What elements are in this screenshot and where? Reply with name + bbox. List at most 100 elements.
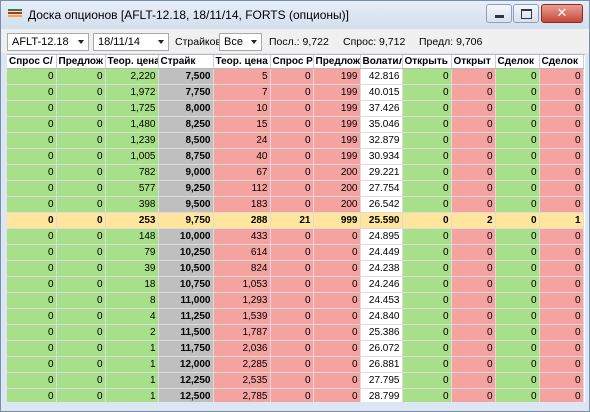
table-cell: 0: [495, 164, 540, 181]
chevron-down-icon[interactable]: [154, 34, 168, 50]
title-bar[interactable]: Доска опционов [AFLT-12.18, 18/11/14, FO…: [1, 1, 589, 29]
table-cell: 0: [451, 340, 496, 357]
table-cell: 0: [7, 276, 57, 293]
table-cell: 7: [213, 84, 271, 101]
table-cell: 0: [402, 68, 452, 85]
table-cell: 79: [105, 244, 159, 261]
table-cell: 0: [539, 276, 584, 293]
table-cell: 1,480: [105, 116, 159, 133]
date-select[interactable]: 18/11/14: [93, 33, 169, 51]
table-row[interactable]: 0 0 1,005 8,750 40 0 199 30.934 0 0 0 0: [7, 148, 584, 165]
table-cell: 112: [213, 180, 271, 197]
table-cell: 199: [313, 148, 361, 165]
table-cell: 0: [495, 228, 540, 245]
table-cell: 10,500: [158, 260, 214, 277]
table-cell: 26.542: [360, 196, 403, 213]
table-row[interactable]: 0 0 148 10,000 433 0 0 24.895 0 0 0 0: [7, 228, 584, 245]
table-cell: 824: [213, 260, 271, 277]
table-row[interactable]: 0 0 2 11,500 1,787 0 0 25.386 0 0 0 0: [7, 324, 584, 341]
table-row[interactable]: 0 0 8 11,000 1,293 0 0 24.453 0 0 0 0: [7, 292, 584, 309]
table-row[interactable]: 0 0 79 10,250 614 0 0 24.449 0 0 0 0: [7, 244, 584, 261]
table-cell: 0: [56, 132, 106, 149]
table-row[interactable]: 0 0 2,220 7,500 5 0 199 42.816 0 0 0 0: [7, 68, 584, 85]
table-cell: 398: [105, 196, 159, 213]
instrument-value: AFLT-12.18: [12, 36, 69, 48]
table-cell: 0: [402, 340, 452, 357]
table-row[interactable]: 0 0 1,239 8,500 24 0 199 32.879 0 0 0 0: [7, 132, 584, 149]
chevron-down-icon[interactable]: [74, 34, 88, 50]
table-cell: 2,535: [213, 372, 271, 389]
window-title: Доска опционов [AFLT-12.18, 18/11/14, FO…: [28, 8, 349, 22]
table-cell: 0: [539, 84, 584, 101]
table-row[interactable]: 0 0 1 12,250 2,535 0 0 27.795 0 0 0 0: [7, 372, 584, 389]
table-cell: 0: [495, 372, 540, 389]
table-cell: 0: [451, 260, 496, 277]
column-header[interactable]: Предлож: [56, 55, 106, 69]
table-cell: 0: [495, 212, 540, 229]
table-cell: 12,250: [158, 372, 214, 389]
table-row[interactable]: 0 0 577 9,250 112 0 200 27.754 0 0 0 0: [7, 180, 584, 197]
table-cell: 0: [56, 292, 106, 309]
table-row[interactable]: 0 0 1 12,000 2,285 0 0 26.881 0 0 0 0: [7, 356, 584, 373]
column-header[interactable]: Страйк: [158, 55, 214, 69]
table-row[interactable]: 0 0 1 12,500 2,785 0 0 28.799 0 0 0 0: [7, 388, 584, 402]
table-cell: 0: [270, 180, 314, 197]
table-row[interactable]: 0 0 4 11,250 1,539 0 0 24.840 0 0 0 0: [7, 308, 584, 325]
table-row[interactable]: 0 0 1,480 8,250 15 0 199 35.046 0 0 0 0: [7, 116, 584, 133]
table-cell: 0: [451, 388, 496, 402]
column-header[interactable]: Спрос C/: [7, 55, 57, 69]
table-cell: 2,785: [213, 388, 271, 402]
table-row[interactable]: 0 0 1 11,750 2,036 0 0 26.072 0 0 0 0: [7, 340, 584, 357]
strikes-select[interactable]: Все: [219, 33, 262, 51]
column-header[interactable]: Открыт: [451, 55, 496, 69]
column-header[interactable]: Сделок: [495, 55, 540, 69]
table-cell: 0: [451, 228, 496, 245]
instrument-select[interactable]: AFLT-12.18: [7, 33, 89, 51]
column-header[interactable]: Открыть: [402, 55, 452, 69]
table-cell: 1: [105, 340, 159, 357]
column-header[interactable]: Предлож: [313, 55, 361, 69]
table-cell: 0: [495, 276, 540, 293]
table-cell: 0: [270, 324, 314, 341]
table-row[interactable]: 0 0 398 9,500 183 0 200 26.542 0 0 0 0: [7, 196, 584, 213]
table-cell: 18: [105, 276, 159, 293]
table-row[interactable]: 0 0 39 10,500 824 0 0 24.238 0 0 0 0: [7, 260, 584, 277]
table-cell: 2,285: [213, 356, 271, 373]
table-cell: 0: [270, 132, 314, 149]
table-cell: 0: [539, 340, 584, 357]
table-cell: 0: [313, 356, 361, 373]
table-cell: 0: [495, 180, 540, 197]
chevron-down-icon[interactable]: [247, 34, 261, 50]
table-row[interactable]: 0 0 1,972 7,750 7 0 199 40.015 0 0 0 0: [7, 84, 584, 101]
table-cell: 0: [270, 260, 314, 277]
table-row[interactable]: 0 0 253 9,750 288 21 999 25.590 0 2 0 1: [7, 212, 584, 229]
table-cell: 11,750: [158, 340, 214, 357]
table-cell: 0: [270, 340, 314, 357]
table-cell: 253: [105, 212, 159, 229]
column-header[interactable]: Сделок: [539, 55, 584, 69]
table-row[interactable]: 0 0 1,725 8,000 10 0 199 37.426 0 0 0 0: [7, 100, 584, 117]
table-cell: 200: [313, 180, 361, 197]
table-cell: 0: [270, 308, 314, 325]
table-cell: 1: [105, 356, 159, 373]
column-header[interactable]: Волатил: [360, 55, 403, 69]
table-row[interactable]: 0 0 782 9,000 67 0 200 29.221 0 0 0 0: [7, 164, 584, 181]
table-cell: 200: [313, 196, 361, 213]
minimize-button[interactable]: [486, 4, 512, 23]
table-cell: 0: [56, 324, 106, 341]
table-cell: 35.046: [360, 116, 403, 133]
close-button[interactable]: ✕: [541, 4, 583, 23]
options-table-container[interactable]: Спрос C/Предлож Теор. цена Страйк Теор. цен…: [7, 54, 585, 402]
maximize-button[interactable]: [513, 4, 539, 23]
table-cell: 0: [270, 148, 314, 165]
column-header[interactable]: Теор. цена: [213, 55, 271, 69]
table-cell: 1,972: [105, 84, 159, 101]
column-header[interactable]: Спрос P: [270, 55, 314, 69]
table-cell: 9,250: [158, 180, 214, 197]
table-cell: 0: [495, 388, 540, 402]
table-cell: 8,750: [158, 148, 214, 165]
table-cell: 24.246: [360, 276, 403, 293]
table-cell: 27.754: [360, 180, 403, 197]
column-header[interactable]: Теор. цена: [105, 55, 159, 69]
table-row[interactable]: 0 0 18 10,750 1,053 0 0 24.246 0 0 0 0: [7, 276, 584, 293]
